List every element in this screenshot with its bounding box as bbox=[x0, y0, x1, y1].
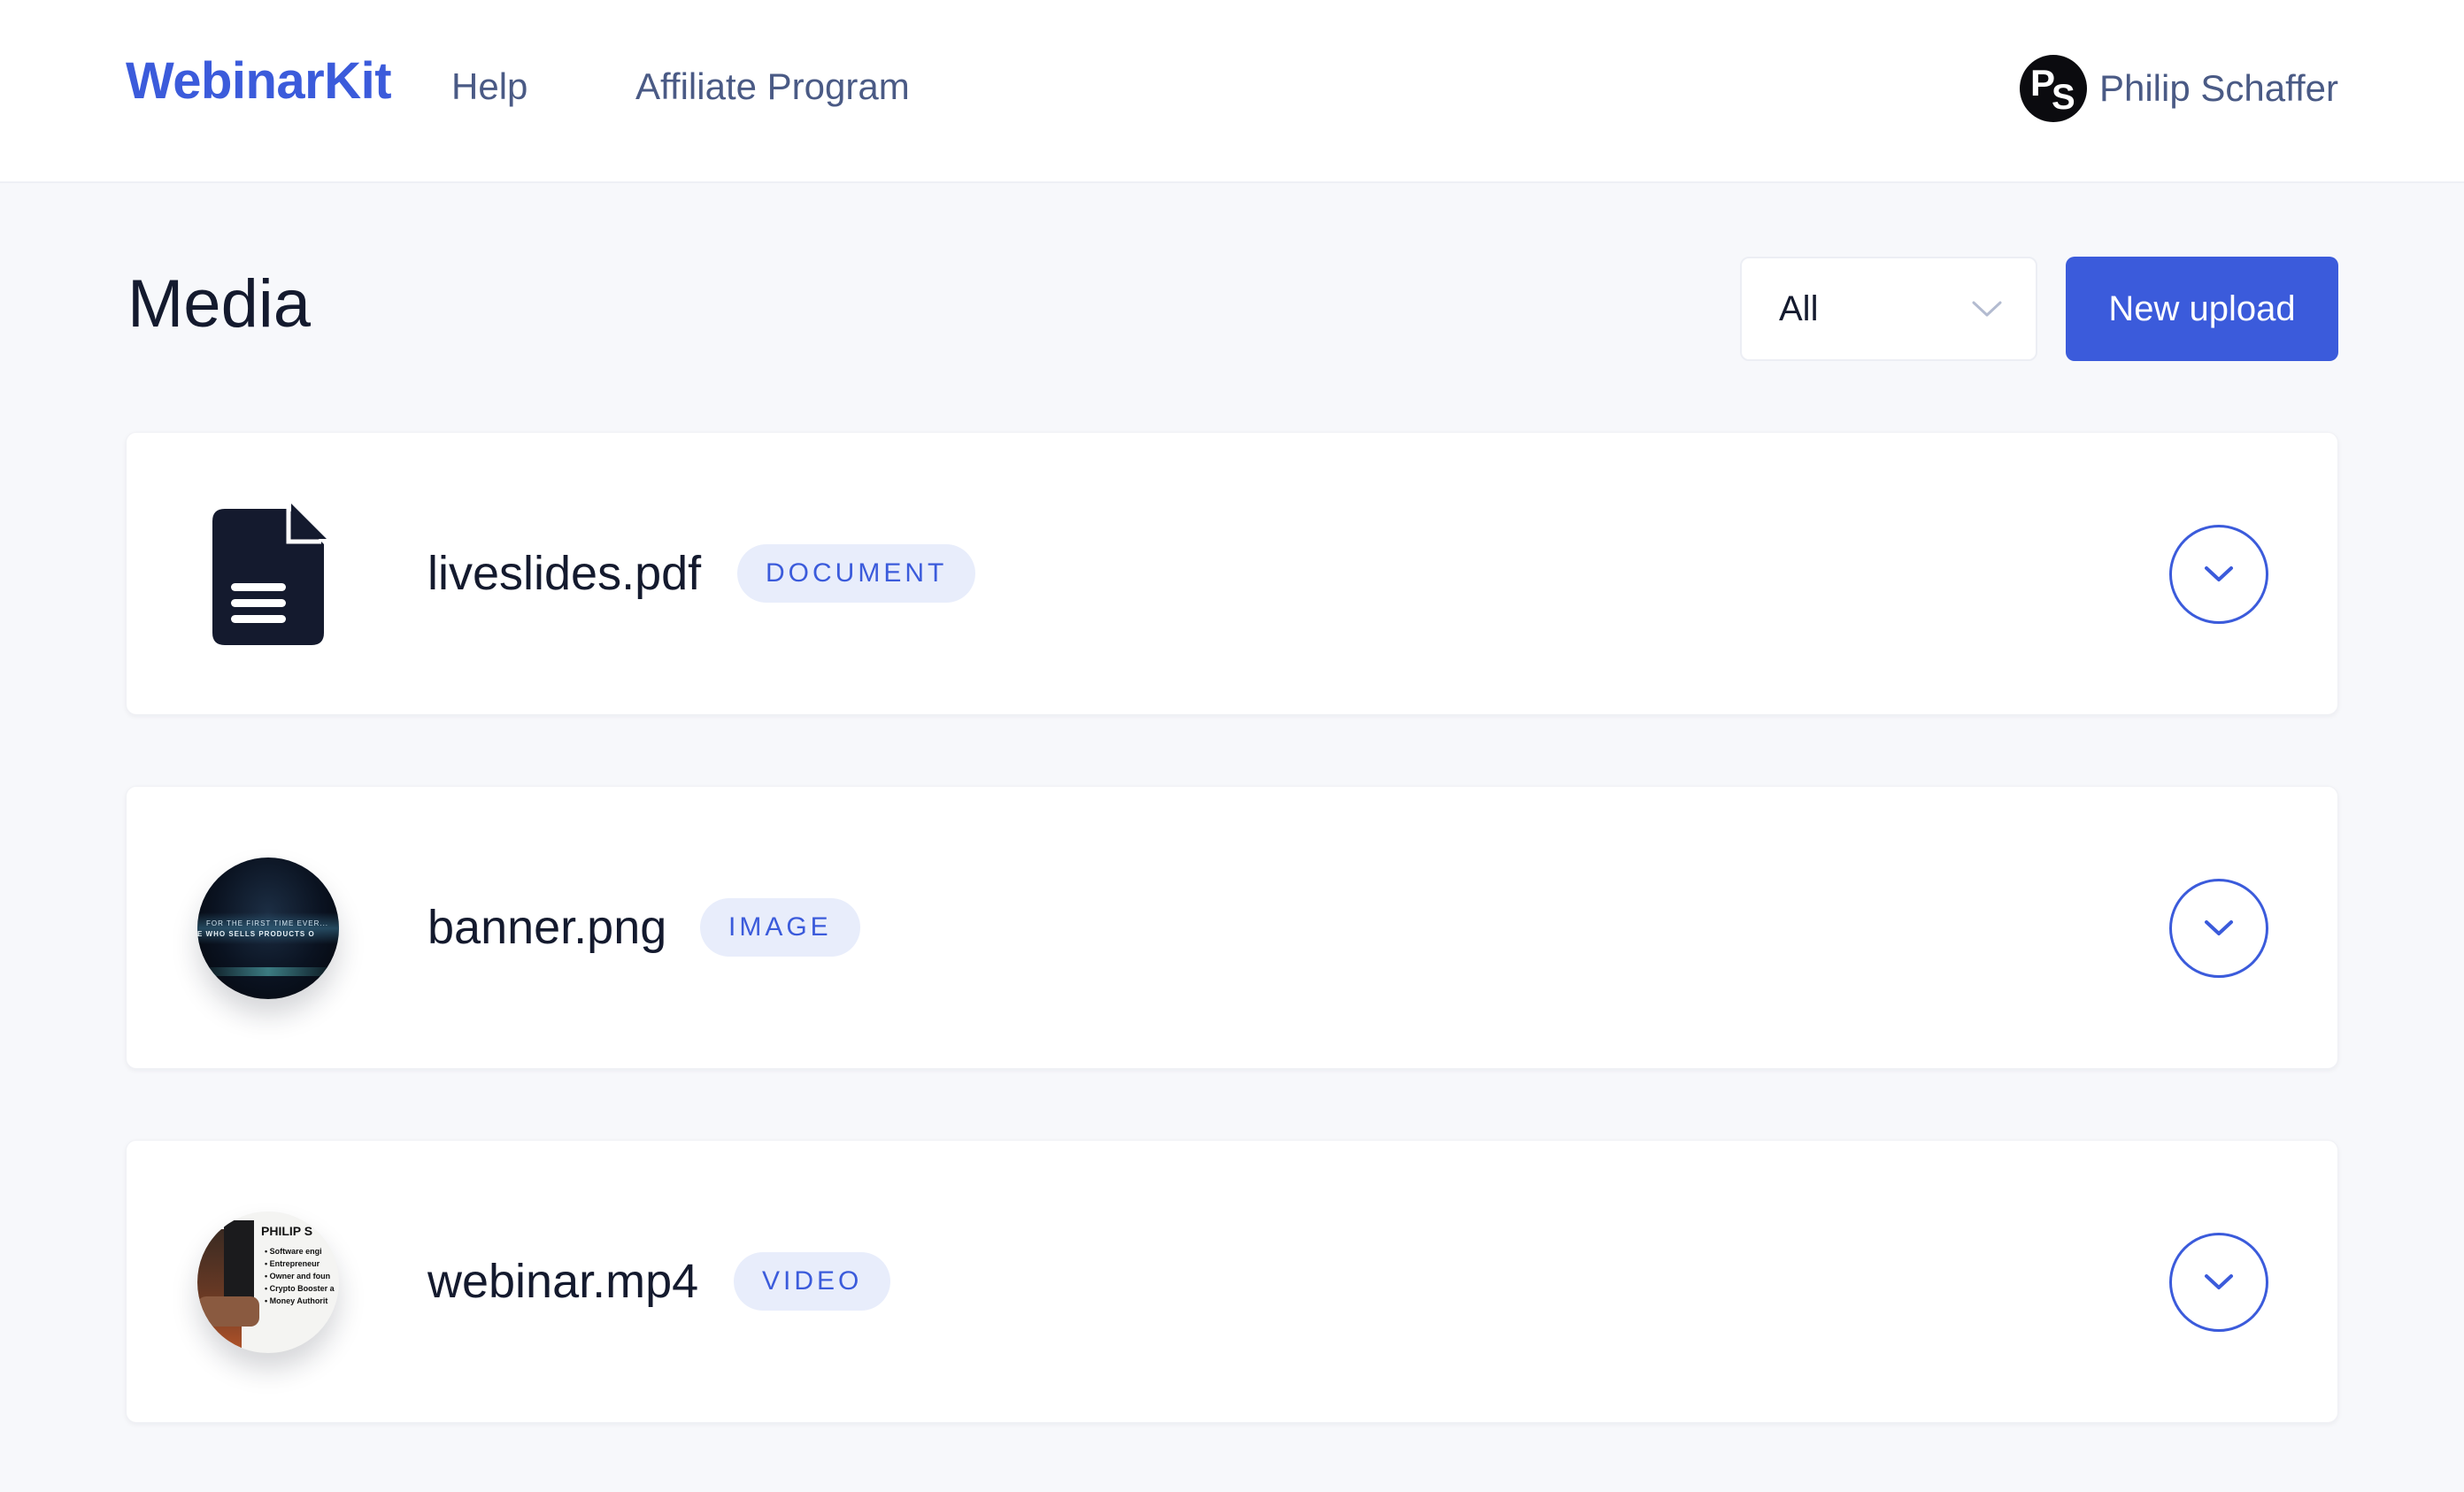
thumb-text-line: • Money Authorit bbox=[265, 1296, 328, 1305]
chevron-down-icon bbox=[2205, 920, 2233, 935]
expand-button[interactable] bbox=[2169, 525, 2268, 624]
media-filename: banner.png bbox=[427, 901, 667, 954]
chevron-down-icon bbox=[2205, 1274, 2233, 1289]
media-item-liveslides: liveslides.pdf DOCUMENT bbox=[126, 432, 2338, 715]
user-menu[interactable]: P S Philip Schaffer bbox=[2019, 55, 2338, 122]
expand-button[interactable] bbox=[2169, 879, 2268, 978]
media-filename: liveslides.pdf bbox=[427, 547, 702, 600]
thumb-text-line: • Crypto Booster a bbox=[265, 1284, 335, 1293]
chevron-down-icon bbox=[1972, 301, 2002, 317]
top-navbar: WebinarKit Help Affiliate Program P S Ph… bbox=[0, 0, 2464, 183]
media-item-webinar: PHILIP S • Software engi • Entrepreneur … bbox=[126, 1140, 2338, 1423]
document-icon bbox=[212, 504, 327, 645]
media-type-filter-select[interactable]: All bbox=[1740, 257, 2037, 361]
thumb-text-line: • Software engi bbox=[265, 1247, 322, 1256]
video-thumbnail: PHILIP S • Software engi • Entrepreneur … bbox=[197, 1211, 339, 1353]
page-title: Media bbox=[127, 266, 311, 342]
thumb-text-line: FOR THE FIRST TIME EVER... bbox=[206, 919, 329, 927]
expand-button[interactable] bbox=[2169, 1233, 2268, 1332]
image-thumbnail: FOR THE FIRST TIME EVER... E WHO SELLS P… bbox=[197, 858, 339, 999]
media-filename: webinar.mp4 bbox=[427, 1255, 699, 1308]
thumb-text-line: • Entrepreneur bbox=[265, 1259, 320, 1268]
media-type-badge: VIDEO bbox=[734, 1252, 891, 1311]
media-item-banner: FOR THE FIRST TIME EVER... E WHO SELLS P… bbox=[126, 786, 2338, 1069]
media-type-badge: IMAGE bbox=[700, 898, 860, 957]
avatar-initial-s: S bbox=[2051, 78, 2075, 117]
thumb-text-line: E WHO SELLS PRODUCTS O bbox=[197, 930, 315, 938]
thumb-text-line: • Owner and foun bbox=[265, 1272, 331, 1281]
new-upload-button[interactable]: New upload bbox=[2066, 257, 2338, 361]
user-name[interactable]: Philip Schaffer bbox=[2099, 67, 2338, 110]
nav-link-affiliate-program[interactable]: Affiliate Program bbox=[635, 65, 910, 108]
brand-logo[interactable]: WebinarKit bbox=[126, 51, 392, 111]
avatar[interactable]: P S bbox=[2019, 55, 2087, 122]
chevron-down-icon bbox=[2205, 566, 2233, 581]
filter-selected-value: All bbox=[1779, 288, 1819, 328]
nav-link-help[interactable]: Help bbox=[451, 65, 527, 108]
media-type-badge: DOCUMENT bbox=[737, 544, 976, 603]
thumb-text-line: PHILIP S bbox=[261, 1224, 313, 1238]
